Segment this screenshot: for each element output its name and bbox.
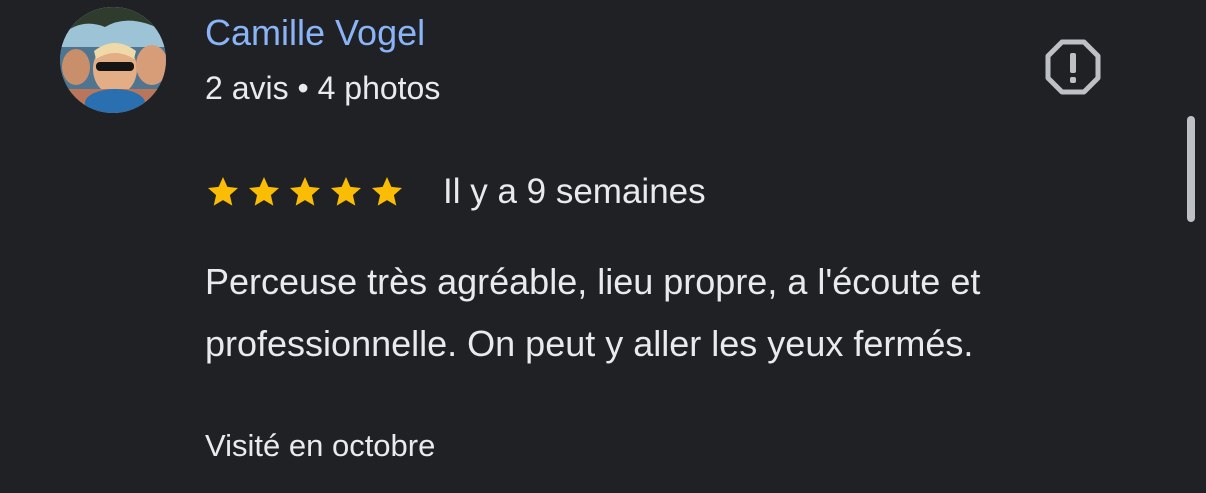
star-icon — [249, 177, 279, 206]
review-card: Camille Vogel 2 avis • 4 photos Il y a 9… — [0, 0, 1206, 493]
rating-row: Il y a 9 semaines — [205, 168, 706, 216]
star-icon — [290, 177, 320, 206]
star-icon — [331, 177, 361, 206]
review-date: Il y a 9 semaines — [443, 172, 706, 211]
author-avatar[interactable] — [60, 7, 166, 113]
report-review-button[interactable] — [1044, 38, 1102, 96]
scrollbar-thumb[interactable] — [1187, 116, 1195, 222]
avatar-photo — [60, 7, 166, 113]
star-rating — [205, 174, 405, 210]
report-flag-icon — [1045, 39, 1101, 95]
review-text: Perceuse très agréable, lieu propre, a l… — [205, 261, 981, 364]
star-icon — [208, 177, 238, 206]
visited-info: Visité en octobre — [205, 428, 436, 463]
author-meta: 2 avis • 4 photos — [205, 70, 441, 106]
star-icon — [372, 177, 402, 206]
author-name[interactable]: Camille Vogel — [205, 12, 425, 54]
